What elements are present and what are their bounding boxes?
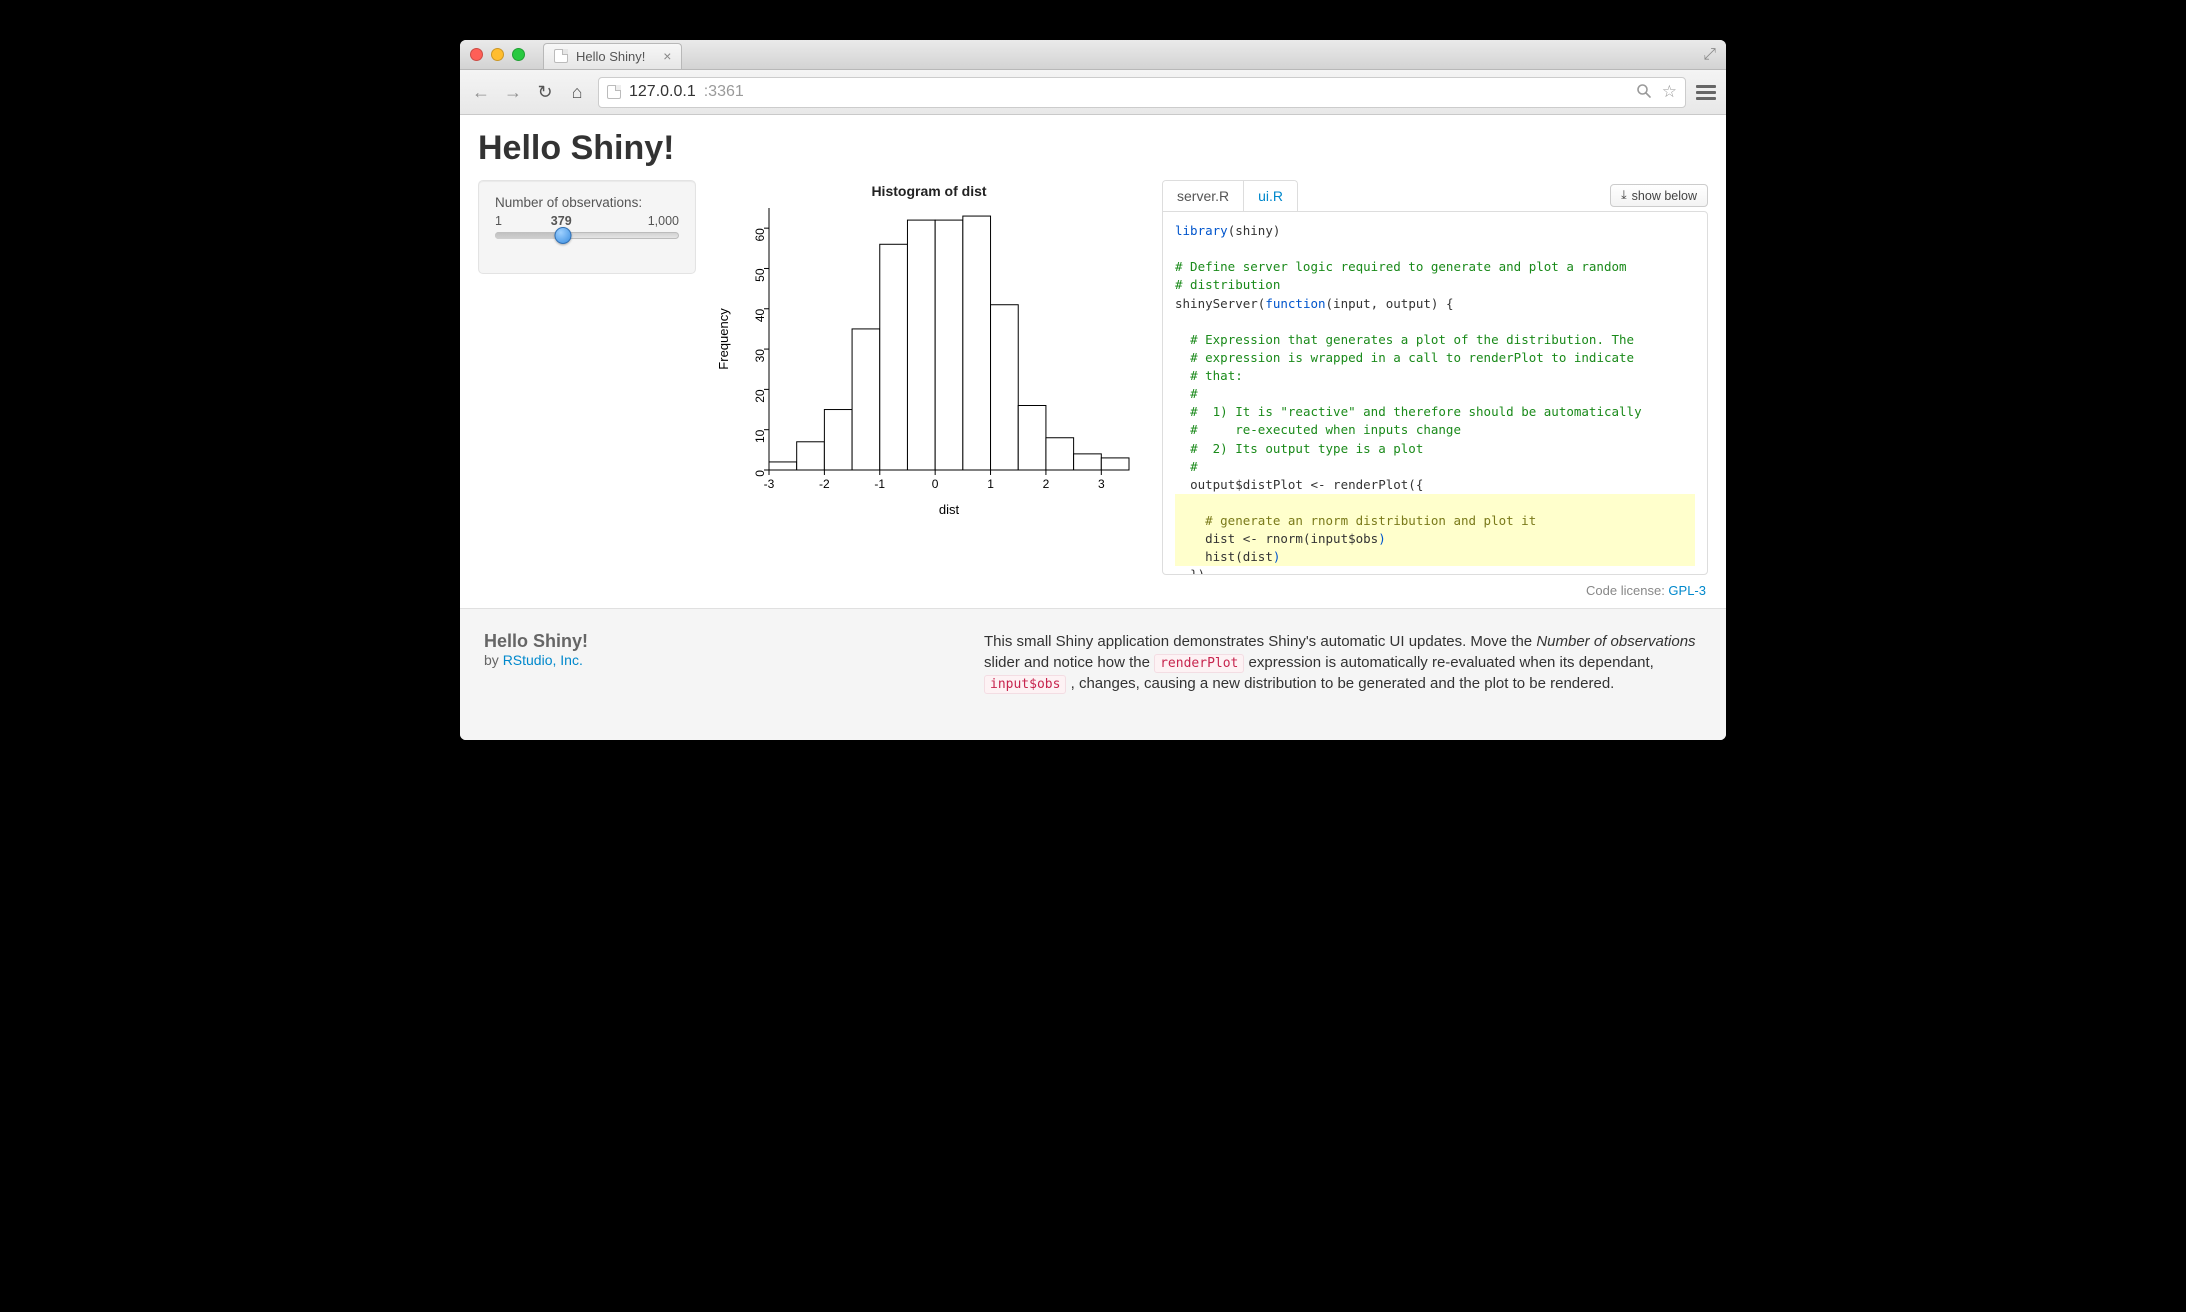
svg-text:40: 40	[753, 308, 767, 322]
url-bar[interactable]: 127.0.0.1 :3361 ☆	[598, 77, 1686, 108]
page-icon	[554, 49, 568, 63]
zoom-window-button[interactable]	[512, 48, 525, 61]
tab-server-r[interactable]: server.R	[1163, 181, 1244, 211]
footer-title: Hello Shiny!	[484, 631, 604, 652]
license-link[interactable]: GPL-3	[1668, 583, 1706, 598]
hamburger-menu-icon[interactable]	[1696, 85, 1716, 100]
svg-text:0: 0	[753, 470, 767, 477]
slider-value: 379	[551, 214, 572, 228]
svg-text:-3: -3	[764, 477, 775, 491]
observations-slider[interactable]: 1 379 1,000	[495, 210, 679, 246]
svg-text:-2: -2	[819, 477, 830, 491]
slider-well: Number of observations: 1 379 1,000	[478, 180, 696, 274]
slider-label: Number of observations:	[495, 195, 679, 210]
svg-text:50: 50	[753, 268, 767, 282]
bookmark-star-icon[interactable]: ☆	[1662, 82, 1677, 103]
reload-icon[interactable]: ↻	[534, 82, 556, 103]
close-tab-icon[interactable]: ×	[663, 48, 671, 64]
page-content: Hello Shiny! Number of observations: 1 3…	[460, 115, 1726, 608]
titlebar: Hello Shiny! × ⤢	[460, 40, 1726, 70]
footer-author-link[interactable]: RStudio, Inc.	[503, 652, 583, 668]
histogram-plot: Histogram of dist-3-2-101230102030405060…	[714, 180, 1144, 520]
svg-text:60: 60	[753, 228, 767, 242]
fullscreen-icon[interactable]: ⤢	[1703, 46, 1716, 64]
slider-handle[interactable]	[555, 227, 572, 244]
url-port: :3361	[704, 83, 744, 101]
url-host: 127.0.0.1	[629, 83, 696, 101]
svg-text:-1: -1	[874, 477, 885, 491]
code-body: library(shiny) # Define server logic req…	[1162, 211, 1708, 575]
tab-title: Hello Shiny!	[576, 49, 645, 64]
svg-text:2: 2	[1043, 477, 1050, 491]
page-footer: Hello Shiny! by RStudio, Inc. This small…	[460, 608, 1726, 740]
window-controls	[470, 48, 525, 61]
browser-tab[interactable]: Hello Shiny! ×	[543, 43, 682, 69]
browser-toolbar: ← → ↻ ⌂ 127.0.0.1 :3361 ☆	[460, 70, 1726, 115]
svg-text:0: 0	[932, 477, 939, 491]
close-window-button[interactable]	[470, 48, 483, 61]
svg-text:1: 1	[987, 477, 994, 491]
minimize-window-button[interactable]	[491, 48, 504, 61]
svg-text:3: 3	[1098, 477, 1105, 491]
forward-icon[interactable]: →	[502, 82, 524, 103]
code-tabs: server.R ui.R	[1162, 180, 1298, 211]
slider-max: 1,000	[648, 214, 679, 228]
slider-fill	[495, 232, 563, 239]
svg-text:Histogram of dist: Histogram of dist	[871, 183, 986, 199]
page-icon	[607, 85, 621, 99]
back-icon[interactable]: ←	[470, 82, 492, 103]
slider-min: 1	[495, 214, 502, 228]
svg-text:Frequency: Frequency	[716, 308, 731, 370]
home-icon[interactable]: ⌂	[566, 82, 588, 103]
show-below-button[interactable]: ⤓ show below	[1610, 184, 1708, 207]
tab-ui-r[interactable]: ui.R	[1244, 181, 1297, 211]
svg-text:10: 10	[753, 429, 767, 443]
search-icon[interactable]	[1636, 83, 1652, 104]
code-panel: server.R ui.R ⤓ show below library(shiny…	[1162, 180, 1708, 608]
browser-window: Hello Shiny! × ⤢ ← → ↻ ⌂ 127.0.0.1 :3361 …	[460, 40, 1726, 740]
page-title: Hello Shiny!	[478, 129, 1708, 168]
code-license: Code license: GPL-3	[1162, 575, 1708, 608]
svg-text:30: 30	[753, 349, 767, 363]
svg-text:20: 20	[753, 389, 767, 403]
svg-text:dist: dist	[939, 502, 960, 517]
footer-description: This small Shiny application demonstrate…	[644, 631, 1702, 694]
arrow-down-icon: ⤓	[1621, 188, 1627, 203]
